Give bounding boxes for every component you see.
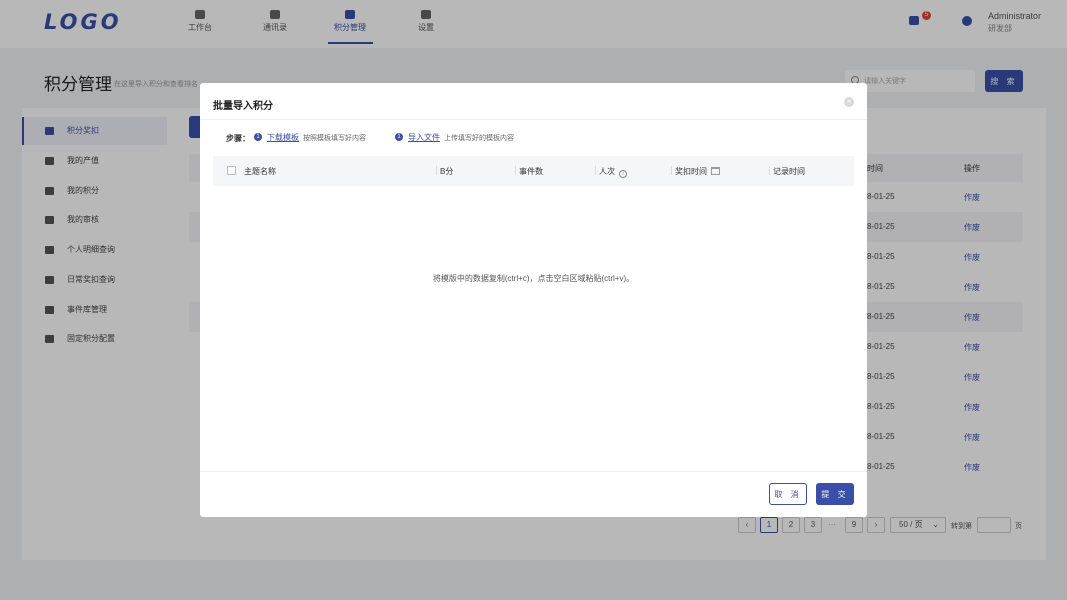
column-header-event-count: 事件数 [519, 167, 543, 176]
column-header-topic: 主题名称 [244, 167, 276, 176]
step-badge: 1 [254, 133, 262, 141]
step-description: 上传填写好的模板内容 [444, 135, 514, 142]
divider [200, 471, 867, 472]
column-divider [515, 166, 516, 175]
column-header-person-count: 人次 i [599, 166, 627, 178]
column-header-label: 人次 [599, 167, 615, 176]
step-description: 按照模板填写好内容 [303, 135, 366, 142]
column-header-award-time: 奖扣时间 [675, 166, 720, 177]
column-divider [595, 166, 596, 175]
batch-import-dialog: 批量导入积分 × 步骤： 1 下载模板 按照模板填写好内容 1 导入文件 上传填… [200, 83, 867, 517]
divider [200, 119, 867, 120]
import-table-header: 主题名称 B分 事件数 人次 i 奖扣时间 记录时间 [213, 156, 854, 186]
column-header-b-score: B分 [440, 167, 454, 176]
step-badge: 1 [395, 133, 403, 141]
submit-button[interactable]: 提 交 [816, 483, 854, 505]
download-template-link[interactable]: 下载模板 [267, 132, 299, 143]
paste-area-hint[interactable]: 将模版中的数据复制(ctrl+c)，点击空白区域粘贴(ctrl+v)。 [200, 273, 867, 284]
calendar-icon[interactable] [711, 167, 720, 175]
column-divider [769, 166, 770, 175]
steps-label: 步骤： [226, 134, 250, 143]
column-divider [671, 166, 672, 175]
column-divider [436, 166, 437, 175]
select-all-checkbox[interactable] [227, 166, 236, 175]
column-header-label: 奖扣时间 [675, 167, 707, 176]
column-header-record-time: 记录时间 [773, 167, 805, 176]
cancel-button[interactable]: 取 消 [769, 483, 807, 505]
info-icon[interactable]: i [619, 170, 627, 178]
import-file-link[interactable]: 导入文件 [408, 132, 440, 143]
dialog-title: 批量导入积分 [213, 101, 273, 112]
close-icon[interactable]: × [844, 97, 854, 107]
